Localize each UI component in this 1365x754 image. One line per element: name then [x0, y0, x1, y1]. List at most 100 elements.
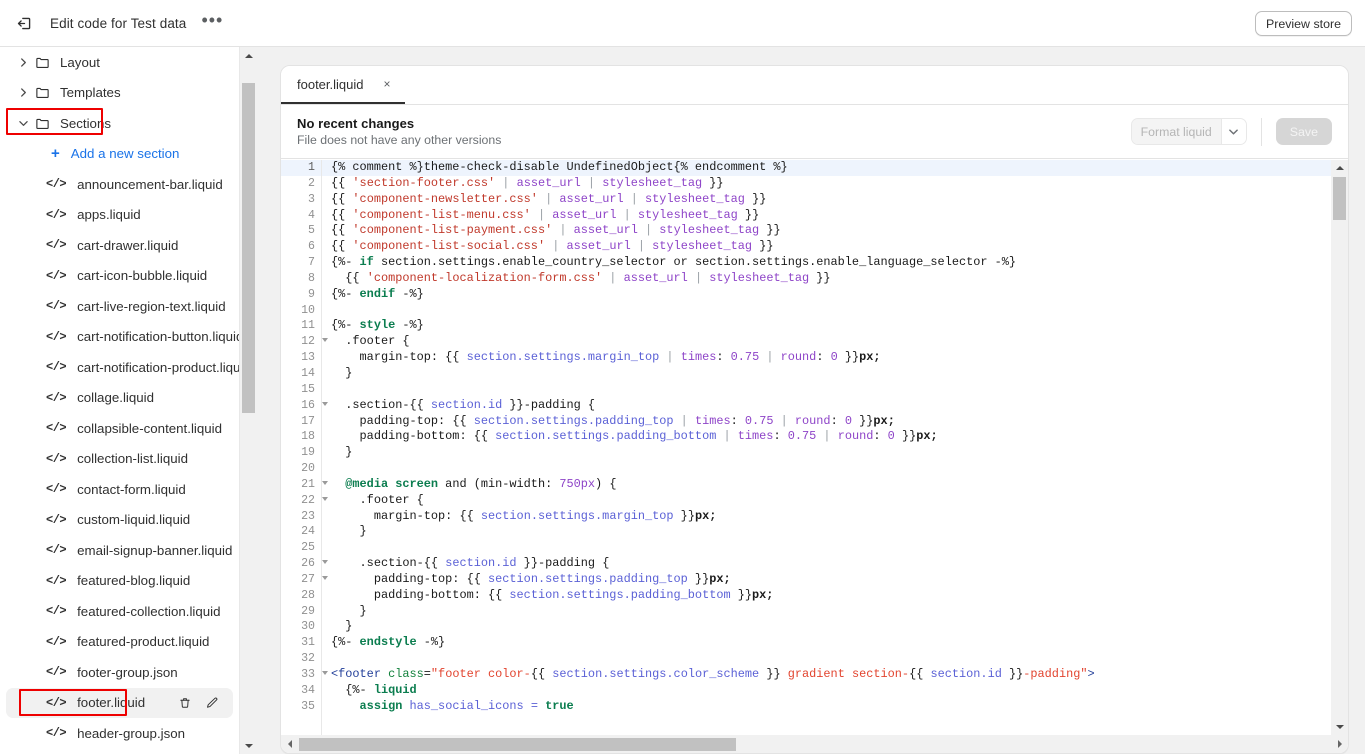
code-line[interactable]: padding-bottom: {{ section.settings.padd… — [331, 429, 1331, 445]
sidebar-scroll-up-icon[interactable] — [240, 47, 256, 64]
chevron-down-icon[interactable] — [1220, 119, 1246, 144]
close-icon[interactable]: × — [384, 78, 391, 90]
code-line[interactable]: padding-bottom: {{ section.settings.padd… — [331, 588, 1331, 604]
code-line[interactable]: {% comment %}theme-check-disable Undefin… — [322, 160, 1331, 176]
code-editor[interactable]: 1 2 3 4 5 6 7 8 9 10 11 12 13 14 15 16 17 18 19 20 21 22 23 24 2… — [281, 160, 1348, 753]
sidebar-file-featured-product-liquid[interactable]: </> featured-product.liquid — [6, 627, 233, 658]
sidebar-scrollbar[interactable] — [239, 47, 256, 754]
chevron-right-icon[interactable] — [14, 88, 32, 97]
code-token: {{ — [530, 667, 553, 681]
code-token: {{ — [452, 413, 474, 428]
code-line[interactable]: {{ 'component-localization-form.css' | a… — [331, 271, 1331, 287]
sidebar-file-featured-blog-liquid[interactable]: </> featured-blog.liquid — [6, 566, 233, 597]
sidebar-file-collage-liquid[interactable]: </> collage.liquid — [6, 383, 233, 414]
code-token: : — [730, 413, 745, 428]
code-line[interactable] — [331, 540, 1331, 556]
save-button[interactable]: Save — [1275, 118, 1332, 145]
plus-icon: + — [51, 145, 60, 163]
sidebar-file-collection-list-liquid[interactable]: </> collection-list.liquid — [6, 444, 233, 475]
code-content[interactable]: {% comment %}theme-check-disable Undefin… — [322, 160, 1331, 735]
sidebar-file-cart-notification-product-liquid[interactable]: </> cart-notification-product.liquid — [6, 352, 239, 383]
code-line[interactable]: } — [331, 604, 1331, 620]
editor-scroll-right-icon[interactable] — [1331, 735, 1348, 753]
sidebar-file-cart-icon-bubble-liquid[interactable]: </> cart-icon-bubble.liquid — [6, 261, 233, 292]
code-line[interactable] — [331, 461, 1331, 477]
code-line[interactable]: .footer { — [331, 493, 1331, 509]
sidebar-scroll-thumb[interactable] — [242, 83, 255, 413]
code-line[interactable]: {{ 'component-list-menu.css' | asset_url… — [331, 208, 1331, 224]
line-number: 7 — [308, 256, 315, 270]
add-new-section-button[interactable]: + Add a new section — [6, 139, 233, 170]
code-line[interactable]: .footer { — [331, 334, 1331, 350]
sidebar-file-apps-liquid[interactable]: </> apps.liquid — [6, 200, 233, 231]
code-line[interactable]: assign has_social_icons = true — [331, 699, 1331, 715]
code-line[interactable]: {%- liquid — [331, 683, 1331, 699]
code-line[interactable]: {{ 'component-newsletter.css' | asset_ur… — [331, 192, 1331, 208]
tab-footer-liquid[interactable]: footer.liquid × — [281, 66, 405, 104]
code-token: {{ — [473, 429, 496, 444]
top-bar: Edit code for Test data ••• Preview stor… — [0, 0, 1365, 47]
code-token: {% comment %} — [331, 160, 424, 174]
editor-horizontal-scrollbar[interactable] — [281, 735, 1331, 753]
code-line[interactable]: margin-top: {{ section.settings.margin_t… — [331, 509, 1331, 525]
chevron-right-icon[interactable] — [14, 58, 32, 67]
code-line[interactable]: padding-top: {{ section.settings.padding… — [331, 572, 1331, 588]
sidebar-scroll-down-icon[interactable] — [240, 737, 256, 754]
sidebar-file-header-group-json[interactable]: </> header-group.json — [6, 718, 233, 749]
editor-scroll-left-icon[interactable] — [281, 735, 298, 753]
chevron-down-icon[interactable] — [14, 119, 32, 128]
code-line[interactable]: <footer class="footer color-{{ section.s… — [331, 667, 1331, 683]
code-line[interactable]: .section-{{ section.id }}-padding { — [331, 556, 1331, 572]
exit-icon[interactable] — [8, 7, 40, 39]
code-line[interactable]: {{ 'component-list-payment.css' | asset_… — [331, 223, 1331, 239]
code-line[interactable]: } — [331, 524, 1331, 540]
line-number: 4 — [308, 208, 315, 222]
code-line[interactable]: } — [331, 619, 1331, 635]
editor-scroll-up-icon[interactable] — [1331, 160, 1348, 176]
sidebar-file-footer-liquid[interactable]: </> footer.liquid — [6, 687, 233, 718]
code-token: = — [423, 667, 431, 681]
editor-horizontal-scroll-thumb[interactable] — [299, 737, 736, 751]
code-line[interactable]: .section-{{ section.id }}-padding { — [331, 398, 1331, 414]
format-liquid-group[interactable]: Format liquid — [1130, 118, 1247, 145]
code-line[interactable]: margin-top: {{ section.settings.margin_t… — [331, 350, 1331, 366]
sidebar-file-cart-drawer-liquid[interactable]: </> cart-drawer.liquid — [6, 230, 233, 261]
code-line[interactable]: padding-top: {{ section.settings.padding… — [331, 414, 1331, 430]
code-line[interactable]: {%- if section.settings.enable_country_s… — [331, 255, 1331, 271]
sidebar-file-cart-live-region-text-liquid[interactable]: </> cart-live-region-text.liquid — [6, 291, 233, 322]
editor-vertical-scroll-thumb[interactable] — [1333, 177, 1346, 220]
editor-vertical-scrollbar[interactable] — [1331, 160, 1348, 735]
code-line[interactable] — [331, 651, 1331, 667]
code-token: {{ — [331, 239, 353, 254]
sidebar-file-featured-collection-liquid[interactable]: </> featured-collection.liquid — [6, 596, 233, 627]
code-token: asset_url — [516, 175, 581, 190]
code-line[interactable]: } — [331, 445, 1331, 461]
code-line[interactable]: {{ 'component-list-social.css' | asset_u… — [331, 239, 1331, 255]
editor-scroll-down-icon[interactable] — [1331, 719, 1348, 735]
sidebar-folder-sections[interactable]: Sections — [6, 108, 233, 139]
code-line[interactable]: } — [331, 366, 1331, 382]
code-token: | — [552, 223, 574, 238]
sidebar-file-contact-form-liquid[interactable]: </> contact-form.liquid — [6, 474, 233, 505]
code-token: liquid — [373, 682, 417, 697]
sidebar-folder-layout[interactable]: Layout — [6, 47, 233, 78]
more-options-icon[interactable]: ••• — [198, 9, 226, 37]
sidebar-file-email-signup-banner-liquid[interactable]: </> email-signup-banner.liquid — [6, 535, 233, 566]
format-liquid-button[interactable]: Format liquid — [1131, 119, 1221, 144]
code-line[interactable]: {{ 'section-footer.css' | asset_url | st… — [331, 176, 1331, 192]
sidebar-file-cart-notification-button-liquid[interactable]: </> cart-notification-button.liquid — [6, 322, 239, 353]
code-line[interactable]: {%- style -%} — [331, 318, 1331, 334]
delete-icon[interactable] — [178, 696, 192, 710]
code-line[interactable]: @media screen and (min-width: 750px) { — [331, 477, 1331, 493]
sidebar-file-footer-group-json[interactable]: </> footer-group.json — [6, 657, 233, 688]
rename-icon[interactable] — [205, 696, 219, 710]
code-line[interactable]: {%- endstyle -%} — [331, 635, 1331, 651]
code-line[interactable] — [331, 382, 1331, 398]
sidebar-folder-templates[interactable]: Templates — [6, 78, 233, 109]
preview-store-button[interactable]: Preview store — [1254, 11, 1352, 36]
sidebar-file-collapsible-content-liquid[interactable]: </> collapsible-content.liquid — [6, 413, 233, 444]
sidebar-file-custom-liquid-liquid[interactable]: </> custom-liquid.liquid — [6, 505, 233, 536]
sidebar-file-announcement-bar-liquid[interactable]: </> announcement-bar.liquid — [6, 169, 233, 200]
code-line[interactable]: {%- endif -%} — [331, 287, 1331, 303]
code-line[interactable] — [331, 303, 1331, 319]
